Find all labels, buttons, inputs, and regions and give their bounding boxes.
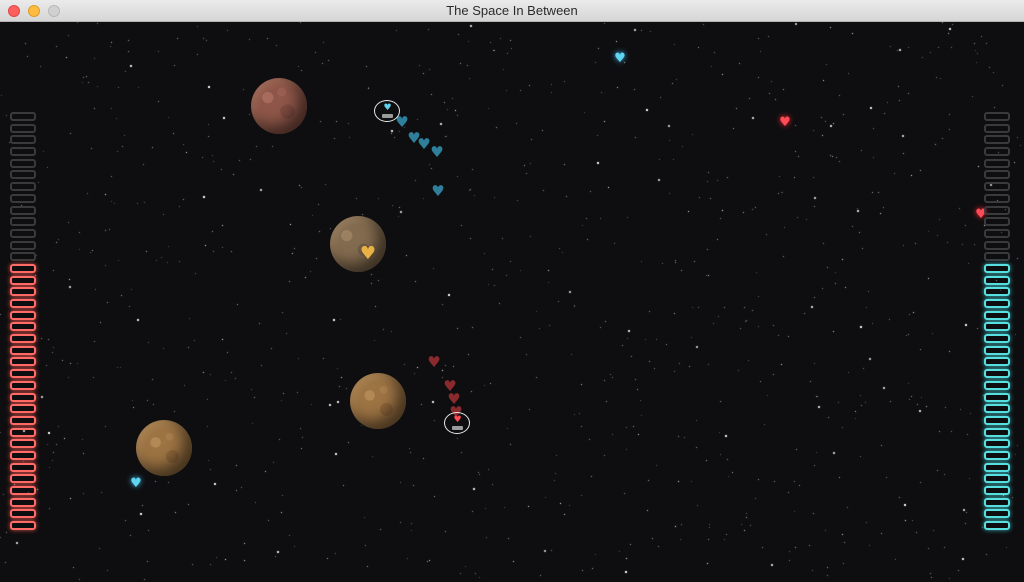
- planet-red: [251, 78, 307, 134]
- meter-segment: [984, 415, 1010, 425]
- meter-segment: [10, 275, 36, 285]
- meter-segment: [984, 497, 1010, 507]
- meter-segment: [984, 240, 1010, 250]
- meter-segment: [984, 252, 1010, 262]
- meter-segment: [10, 217, 36, 227]
- meter-segment: [10, 521, 36, 531]
- meter-segment: [10, 263, 36, 273]
- meter-segment: [10, 123, 36, 133]
- meter-segment: [10, 170, 36, 180]
- meter-segment: [10, 404, 36, 414]
- title-bar: The Space In Between: [0, 0, 1024, 22]
- ship-base: [382, 114, 393, 118]
- meter-segment: [984, 322, 1010, 332]
- blue-heart-icon: ♥: [614, 51, 626, 66]
- meter-segment: [10, 380, 36, 390]
- planet-khaki: ♥: [330, 216, 386, 272]
- meter-segment: [984, 228, 1010, 238]
- meter-segment: [10, 369, 36, 379]
- meter-segment: [984, 147, 1010, 157]
- meter-segment: [10, 205, 36, 215]
- red-ship-heart-icon: ♥: [453, 415, 462, 425]
- meter-segment: [984, 345, 1010, 355]
- starfield-background: [0, 22, 1024, 582]
- meter-segment: [10, 357, 36, 367]
- meter-segment: [10, 112, 36, 121]
- blue-player-energy-meter: [984, 112, 1014, 533]
- meter-segment: [984, 369, 1010, 379]
- meter-segment: [984, 474, 1010, 484]
- meter-segment: [984, 112, 1010, 121]
- meter-segment: [984, 123, 1010, 133]
- meter-segment: [984, 193, 1010, 203]
- meter-segment: [10, 299, 36, 308]
- blue-ship-heart-icon: ♥: [383, 103, 392, 113]
- meter-segment: [984, 439, 1010, 449]
- meter-segment: [984, 509, 1010, 519]
- game-stage[interactable]: ♥ ♥ ♥ ♥ ♥ ♥ ♥ ♥ ♥ ♥ ♥ ♥ ♥ ♥ ♥ ♥: [0, 22, 1024, 582]
- meter-segment: [984, 135, 1010, 145]
- meter-segment: [10, 415, 36, 425]
- meter-segment: [984, 404, 1010, 414]
- meter-segment: [10, 252, 36, 262]
- meter-segment: [984, 486, 1010, 495]
- gold-heart-icon: ♥: [359, 243, 377, 264]
- meter-segment: [984, 205, 1010, 215]
- meter-segment: [984, 334, 1010, 344]
- meter-segment: [984, 299, 1010, 308]
- meter-segment: [10, 310, 36, 320]
- meter-segment: [10, 147, 36, 157]
- blue-trail-heart-icon: ♥: [430, 143, 444, 161]
- meter-segment: [10, 497, 36, 507]
- red-player-energy-meter: [10, 112, 40, 533]
- meter-segment: [984, 462, 1010, 472]
- ship-base: [452, 426, 463, 430]
- meter-segment: [10, 240, 36, 250]
- meter-segment: [10, 287, 36, 297]
- meter-segment: [984, 263, 1010, 273]
- meter-segment: [984, 275, 1010, 285]
- meter-segment: [10, 474, 36, 484]
- meter-segment: [10, 509, 36, 519]
- red-heart-icon: ♥: [779, 115, 791, 130]
- meter-segment: [984, 217, 1010, 227]
- blue-trail-heart-icon: ♥: [431, 182, 445, 200]
- meter-segment: [984, 158, 1010, 168]
- meter-segment: [10, 392, 36, 402]
- meter-segment: [10, 450, 36, 460]
- red-trail-heart-icon: ♥: [427, 353, 441, 371]
- meter-segment: [984, 392, 1010, 402]
- meter-segment: [10, 228, 36, 238]
- meter-segment: [10, 345, 36, 355]
- meter-segment: [10, 193, 36, 203]
- meter-segment: [10, 334, 36, 344]
- meter-segment: [984, 310, 1010, 320]
- meter-segment: [984, 521, 1010, 531]
- meter-segment: [10, 135, 36, 145]
- meter-segment: [984, 170, 1010, 180]
- meter-segment: [10, 427, 36, 437]
- blue-player-ship-icon: ♥: [374, 100, 400, 122]
- meter-segment: [984, 380, 1010, 390]
- meter-segment: [984, 287, 1010, 297]
- meter-segment: [10, 182, 36, 192]
- red-player-ship-icon: ♥: [444, 412, 470, 434]
- planet-tan-lower-left: [136, 420, 192, 476]
- meter-segment: [984, 450, 1010, 460]
- meter-segment: [10, 462, 36, 472]
- meter-segment: [10, 158, 36, 168]
- meter-segment: [10, 486, 36, 495]
- blue-heart-icon: ♥: [130, 476, 142, 491]
- meter-segment: [10, 439, 36, 449]
- meter-segment: [984, 427, 1010, 437]
- game-window: The Space In Between ♥ ♥ ♥ ♥ ♥ ♥ ♥ ♥ ♥ ♥…: [0, 0, 1024, 582]
- meter-segment: [984, 182, 1010, 192]
- planet-tan-center: [350, 373, 406, 429]
- meter-segment: [984, 357, 1010, 367]
- meter-segment: [10, 322, 36, 332]
- window-title: The Space In Between: [446, 3, 578, 18]
